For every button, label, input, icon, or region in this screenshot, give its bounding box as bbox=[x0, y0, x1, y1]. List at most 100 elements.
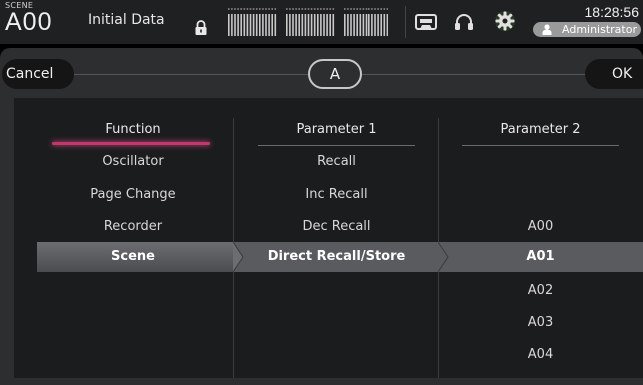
scene-number[interactable]: A00 bbox=[5, 8, 52, 37]
header-underline bbox=[462, 145, 619, 146]
meter-bar bbox=[310, 14, 313, 36]
active-column-indicator bbox=[52, 142, 210, 145]
meter-peak bbox=[320, 8, 322, 10]
meter-bar bbox=[313, 14, 316, 36]
meter-bar bbox=[301, 14, 304, 36]
meter-bar bbox=[374, 14, 376, 36]
list-item-function[interactable]: Page Change bbox=[52, 187, 214, 202]
meter-peak bbox=[347, 8, 349, 10]
meter-peak bbox=[332, 8, 335, 10]
list-item-parameter-2[interactable]: A04 bbox=[462, 347, 619, 362]
meter-bar bbox=[274, 14, 277, 36]
meter-bar bbox=[359, 14, 362, 36]
meter-bar bbox=[295, 14, 297, 36]
meter-bar bbox=[353, 14, 355, 36]
meter-bar bbox=[380, 14, 382, 36]
meter-bar bbox=[234, 14, 236, 36]
list-item-parameter-1[interactable]: Dec Recall bbox=[258, 219, 415, 234]
meter-peak bbox=[356, 8, 358, 10]
gear-icon[interactable] bbox=[494, 10, 516, 32]
list-item-function[interactable]: Oscillator bbox=[52, 154, 214, 169]
meter-bar bbox=[326, 14, 328, 36]
meter-peak bbox=[323, 8, 325, 10]
list-item-parameter-1[interactable]: Inc Recall bbox=[258, 187, 415, 202]
cassette-icon[interactable] bbox=[415, 14, 437, 30]
meter-bar bbox=[350, 14, 352, 36]
list-item-function-selected[interactable]: Scene bbox=[52, 249, 214, 264]
meter-bar bbox=[259, 14, 261, 36]
meter-bar bbox=[347, 14, 349, 36]
meter-peak bbox=[344, 8, 346, 10]
meter-bar bbox=[386, 14, 388, 36]
status-bar: SCENE A00 Initial Data 18:28:56 Administ… bbox=[0, 0, 643, 44]
meter-peak bbox=[307, 8, 310, 10]
meter-peak bbox=[374, 8, 376, 10]
meter-bar bbox=[246, 14, 249, 36]
headphones-icon[interactable] bbox=[454, 13, 474, 31]
list-item-parameter-1-selected[interactable]: Direct Recall/Store bbox=[248, 249, 425, 264]
lock-icon[interactable] bbox=[194, 20, 208, 36]
meter-bar bbox=[252, 14, 255, 36]
meter-peak bbox=[255, 8, 258, 10]
ok-button[interactable]: OK bbox=[585, 59, 643, 89]
meter-peak bbox=[362, 8, 365, 10]
toolbar-divider bbox=[74, 74, 308, 75]
meter-peak bbox=[249, 8, 252, 10]
meter-peak bbox=[259, 8, 261, 10]
clock: 18:28:56 bbox=[584, 4, 640, 20]
meter-peak bbox=[265, 8, 267, 10]
meter-peak bbox=[317, 8, 319, 10]
meter-peak bbox=[234, 8, 236, 10]
meter-peak bbox=[240, 8, 242, 10]
meter-peak bbox=[262, 8, 264, 10]
meter-bar bbox=[243, 14, 246, 36]
meter-peak bbox=[228, 8, 230, 10]
meter-bar bbox=[228, 14, 230, 36]
list-item-parameter-2[interactable]: A00 bbox=[462, 219, 619, 234]
column-header-parameter-1: Parameter 1 bbox=[296, 122, 377, 137]
column-header-parameter-2: Parameter 2 bbox=[500, 122, 581, 137]
meter-bar bbox=[271, 14, 273, 36]
meter-bar bbox=[237, 14, 239, 36]
selection-list bbox=[14, 98, 643, 378]
list-item-parameter-2[interactable]: A02 bbox=[462, 283, 619, 298]
meter-peak bbox=[359, 8, 362, 10]
user-badge[interactable]: Administrator bbox=[533, 22, 641, 37]
panel-toolbar: Cancel A OK bbox=[0, 50, 643, 98]
meter-bar bbox=[304, 14, 307, 36]
level-meters[interactable] bbox=[228, 8, 388, 36]
meter-bar bbox=[344, 14, 346, 36]
scene-name[interactable]: Initial Data bbox=[88, 12, 165, 28]
meter-bar bbox=[240, 14, 242, 36]
list-item-parameter-2-selected[interactable]: A01 bbox=[462, 249, 619, 264]
cancel-button[interactable]: Cancel bbox=[2, 59, 74, 89]
meter-bar bbox=[323, 14, 325, 36]
bank-button[interactable]: A bbox=[308, 59, 362, 89]
meter-peak bbox=[237, 8, 239, 10]
meter-bar bbox=[249, 14, 252, 36]
meter-peak bbox=[252, 8, 255, 10]
list-item-parameter-1[interactable]: Recall bbox=[258, 154, 415, 169]
meter-bar bbox=[371, 14, 373, 36]
meter-bar bbox=[231, 14, 233, 36]
meter-bar bbox=[332, 14, 335, 36]
meter-bar bbox=[289, 14, 291, 36]
meter-bar bbox=[317, 14, 319, 36]
meter-bar bbox=[377, 14, 379, 36]
meter-peak bbox=[368, 8, 370, 10]
meter-bar bbox=[383, 14, 386, 36]
meter-peak bbox=[313, 8, 316, 10]
list-item-parameter-2[interactable]: A03 bbox=[462, 315, 619, 330]
meter-bar bbox=[265, 14, 267, 36]
person-icon bbox=[542, 24, 552, 35]
meter-bar bbox=[255, 14, 258, 36]
meter-peak bbox=[383, 8, 386, 10]
list-item-function[interactable]: Recorder bbox=[52, 219, 214, 234]
meter-peak bbox=[326, 8, 328, 10]
meter-bar bbox=[368, 14, 370, 36]
meter-peak bbox=[274, 8, 277, 10]
meter-bar bbox=[356, 14, 358, 36]
meter-bar bbox=[286, 14, 288, 36]
meter-peak bbox=[289, 8, 291, 10]
meter-peak bbox=[301, 8, 304, 10]
